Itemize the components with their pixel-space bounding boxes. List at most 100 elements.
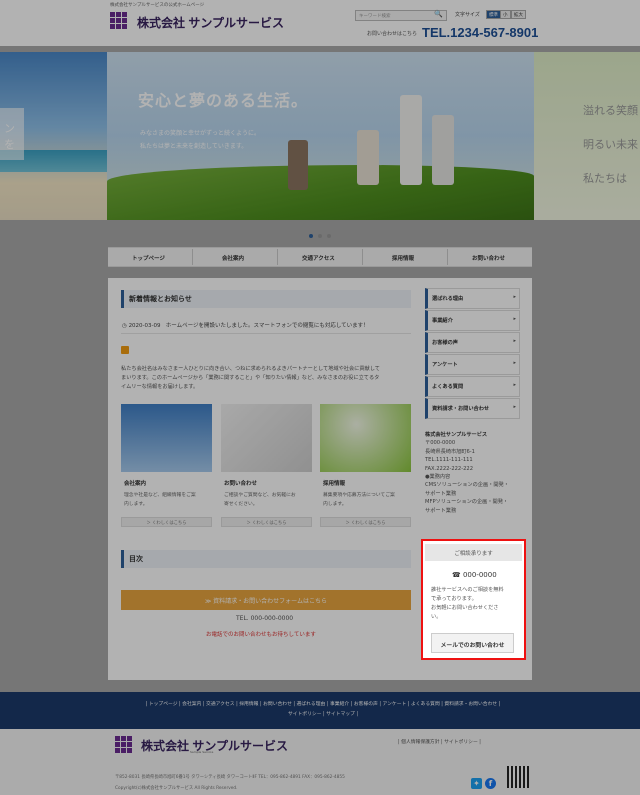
facebook-icon[interactable]: f <box>485 778 496 789</box>
header-tel: TEL.1234-567-8901 <box>422 25 539 40</box>
chevron-right-icon: ▸ <box>513 404 516 410</box>
nav-divider <box>447 249 448 265</box>
consult-heading: ご相談承ります <box>425 544 522 561</box>
company-name: 株式会社サンプルサービス <box>425 432 488 438</box>
card-title: 会社案内 <box>124 481 147 487</box>
chevron-right-icon: ▸ <box>513 338 516 344</box>
sidebar-item-voices[interactable]: お客様の声 ▸ <box>425 332 520 353</box>
card-text-line: 募集要項や応募方法についてご案 <box>323 493 395 498</box>
consult-tel: ☎ 000-0000 <box>452 571 497 579</box>
company-line: サポート業務 <box>425 507 457 514</box>
footer-links-line[interactable]: サイトポリシー | サイトマップ | <box>118 710 528 720</box>
card-text-line: 寄せください。 <box>224 502 258 507</box>
nav-divider <box>362 249 363 265</box>
fontsize-label: 文字サイズ <box>455 12 480 18</box>
nav-item-company[interactable]: 会社案内 <box>222 254 244 262</box>
card-more-button[interactable]: ＞ くわしくはこちら <box>121 517 212 527</box>
footer-logo-sub: Sample Service <box>190 750 214 754</box>
hero-person-image <box>357 130 379 185</box>
logo-icon[interactable] <box>110 12 127 29</box>
footer-logo-icon[interactable] <box>115 736 132 753</box>
news-item[interactable]: ◷ 2020-03-09 ホームページを開設いたしました。スマートフォンでの閲覧… <box>122 321 369 329</box>
card-text-line: 内します。 <box>323 502 347 507</box>
sidebar-item-label: よくある質問 <box>432 384 464 390</box>
nav-item-access[interactable]: 交通アクセス <box>302 254 335 262</box>
card-image-recruit[interactable] <box>320 404 411 472</box>
twitter-icon[interactable]: ✦ <box>471 778 482 789</box>
nav-item-recruit[interactable]: 採用情報 <box>392 254 414 262</box>
consult-text-line: い。 <box>431 614 442 620</box>
sidebar-item-label: アンケート <box>432 362 458 368</box>
mail-contact-button[interactable]: メールでのお問い合わせ <box>431 633 514 653</box>
news-heading: 新着情報とお知らせ <box>121 290 411 308</box>
chevron-right-icon: ▸ <box>513 360 516 366</box>
footer-links-line[interactable]: | トップページ | 会社案内 | 交通アクセス | 採用情報 | お問い合わせ… <box>118 700 528 710</box>
slider-dot-active[interactable] <box>309 234 313 238</box>
toc-heading: 目次 <box>121 550 411 568</box>
hero-person-image <box>288 140 308 190</box>
consult-text: 誰社サービスへのご相談を無料 で承っております。 お気軽にお問い合わせくださ い… <box>431 586 523 622</box>
hero-next-line: 私たちは <box>583 172 627 185</box>
hero-next-line: 溢れる笑顔 <box>583 104 638 117</box>
intro-text: 私たち会社名はみなさまー人ひとりに向き合い、つねに求められるよきパートナーとして… <box>121 365 411 392</box>
hero-person-image <box>432 115 454 185</box>
search-icon[interactable]: 🔍 <box>434 10 443 18</box>
intro-line: 私たち会社名はみなさまー人ひとりに向き合い、つねに求められるよきパートナーとして… <box>121 366 380 372</box>
slider-dot[interactable] <box>327 234 331 238</box>
header <box>0 8 640 46</box>
logo-text[interactable]: 株式会社 サンプルサービス <box>137 14 284 31</box>
consult-text-line: 誰社サービスへのご相談を無料 <box>431 587 504 593</box>
news-text: ホームページを開設いたしました。スマートフォンでの閲覧にも対応しています！ <box>165 323 369 329</box>
chevron-right-icon: ▸ <box>513 294 516 300</box>
consult-text-line: で承っております。 <box>431 596 477 602</box>
nav-item-top[interactable]: トップページ <box>132 254 165 262</box>
fontsize-small-button[interactable]: 小 <box>500 10 511 19</box>
phone-note: お電話でのお問い合わせもお待ちしています <box>206 632 316 638</box>
document-request-button[interactable]: ≫ 資料請求・お問い合わせフォームはこちら <box>121 590 411 610</box>
company-line: TEL.1111-111-111 <box>425 457 473 464</box>
card-text-line: ご相談やご質問など、お気軽にお <box>224 493 296 498</box>
card-image-company[interactable] <box>121 404 212 472</box>
consult-text-line: お気軽にお問い合わせくださ <box>431 605 499 611</box>
sidebar-item-faq[interactable]: よくある質問 ▸ <box>425 376 520 397</box>
card-title: お問い合わせ <box>224 481 258 487</box>
footer-policy-links[interactable]: | 個人情報保護方針 | サイトポリシー | <box>398 738 481 745</box>
card-more-button[interactable]: ＞ くわしくはこちら <box>221 517 312 527</box>
site-tagline: 株式会社サンプルサービスの公式ホームページ <box>0 0 640 8</box>
hero-next-line: 明るい未来 <box>583 138 638 151</box>
card-more-button[interactable]: ＞ くわしくはこちら <box>320 517 411 527</box>
sidebar-item-request[interactable]: 資料請求・お問い合わせ ▸ <box>425 398 520 419</box>
company-line: 〒000-0000 <box>425 440 456 447</box>
card-image-contact[interactable] <box>221 404 312 472</box>
hero-subtitle: みなさまの笑顔と幸せがずっと続くように。 私たちは夢と未来を創造していきます。 <box>140 127 260 153</box>
sidebar-item-label: お客様の声 <box>432 340 458 346</box>
fontsize-large-button[interactable]: 拡大 <box>511 10 526 19</box>
nav-item-contact[interactable]: お問い合わせ <box>472 254 505 262</box>
card-text: 理念や社是など、組織情報をご案 内します。 <box>124 491 214 509</box>
chevron-right-icon: ▸ <box>513 316 516 322</box>
sidebar-item-reasons[interactable]: 選ばれる理由 ▸ <box>425 288 520 309</box>
footer <box>0 729 640 795</box>
company-info: 株式会社サンプルサービス 〒000-0000 長崎県長崎市旭町6-1 TEL.1… <box>425 431 525 515</box>
footer-address: 〒852-8031 長崎県長崎市旭町6番1号 タワーシティ長崎 タワーコートⅡF… <box>115 775 345 780</box>
footer-logo-text[interactable]: 株式会社 サンプルサービス <box>141 737 288 754</box>
sidebar-item-label: 資料請求・お問い合わせ <box>432 406 490 412</box>
company-line: 長崎県長崎市旭町6-1 <box>425 448 475 455</box>
main-tel: TEL. 000-000-0000 <box>236 615 294 622</box>
sidebar-item-survey[interactable]: アンケート ▸ <box>425 354 520 375</box>
company-line: FAX.2222-222-222 <box>425 465 474 472</box>
hero-person-image <box>400 95 422 185</box>
rss-icon[interactable] <box>121 346 129 354</box>
sidebar-item-business[interactable]: 事業紹介 ▸ <box>425 310 520 331</box>
card-text-line: 理念や社是など、組織情報をご案 <box>124 493 196 498</box>
hero-subtitle-line: みなさまの笑顔と幸せがずっと続くように。 <box>140 130 261 137</box>
phone-icon: ☎ <box>452 571 463 579</box>
fontsize-standard-button[interactable]: 標準 <box>486 10 501 19</box>
company-line: サポート業務 <box>425 490 457 497</box>
contact-link[interactable]: お問い合わせはこちら <box>367 30 417 37</box>
slider-dot[interactable] <box>318 234 322 238</box>
company-line: MFPソリューションの企画・開発・ <box>425 499 509 506</box>
footer-links[interactable]: | トップページ | 会社案内 | 交通アクセス | 採用情報 | お問い合わせ… <box>118 700 528 720</box>
hero-grass-image <box>107 165 534 220</box>
consult-tel-number: 000-0000 <box>462 571 497 579</box>
